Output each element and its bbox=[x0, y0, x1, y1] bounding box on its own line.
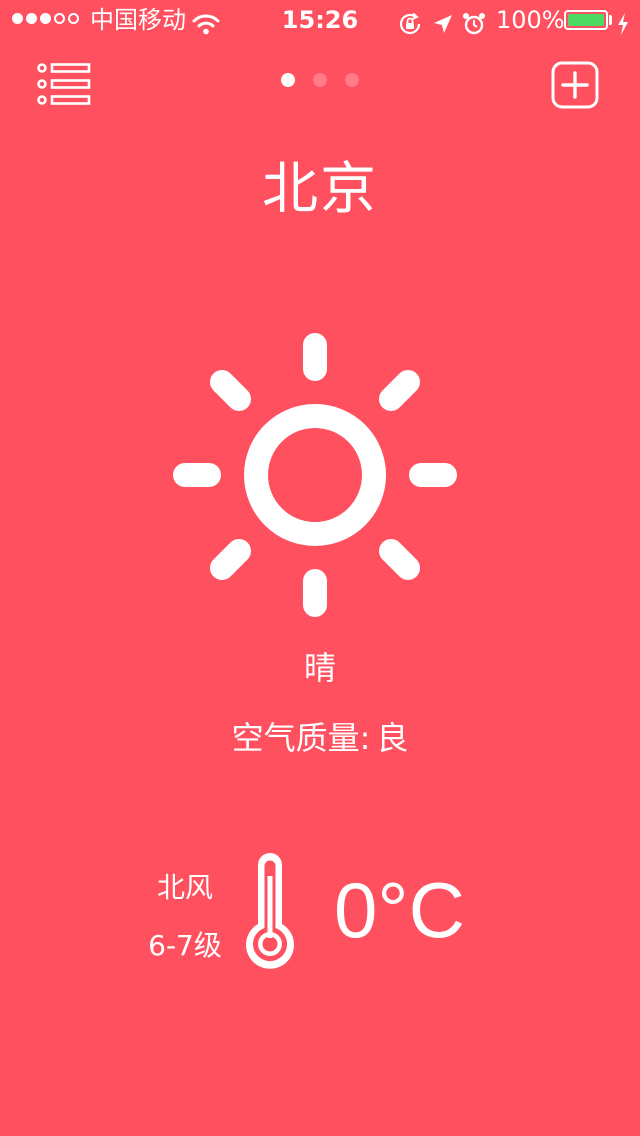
air-quality-value: 良 bbox=[376, 719, 409, 757]
orientation-lock-icon bbox=[398, 8, 422, 48]
wind-direction: 北风 bbox=[156, 871, 213, 904]
temperature: 0°C bbox=[334, 866, 465, 954]
page-dot[interactable] bbox=[313, 73, 327, 87]
battery-tip bbox=[609, 15, 612, 25]
sun-icon bbox=[173, 333, 457, 621]
location-arrow-icon bbox=[432, 8, 454, 48]
page-indicator[interactable] bbox=[281, 73, 359, 87]
page-dot[interactable] bbox=[345, 73, 359, 87]
alarm-icon bbox=[462, 8, 486, 48]
thermometer-icon bbox=[240, 846, 300, 978]
add-city-icon[interactable] bbox=[551, 61, 599, 113]
list-menu-icon[interactable] bbox=[36, 62, 92, 110]
air-quality: 空气质量: 良 bbox=[0, 716, 640, 760]
air-quality-label: 空气质量: bbox=[231, 719, 371, 757]
city-name: 北京 bbox=[262, 157, 378, 222]
charging-bolt-icon bbox=[616, 8, 630, 48]
battery-icon bbox=[564, 10, 608, 30]
status-bar: 中国移动 15:26 100% bbox=[0, 0, 640, 40]
battery-percent: 100% bbox=[496, 6, 565, 34]
wind-level: 6-7级 bbox=[148, 929, 222, 962]
page-dot[interactable] bbox=[281, 73, 295, 87]
weather-condition: 晴 bbox=[303, 649, 336, 687]
